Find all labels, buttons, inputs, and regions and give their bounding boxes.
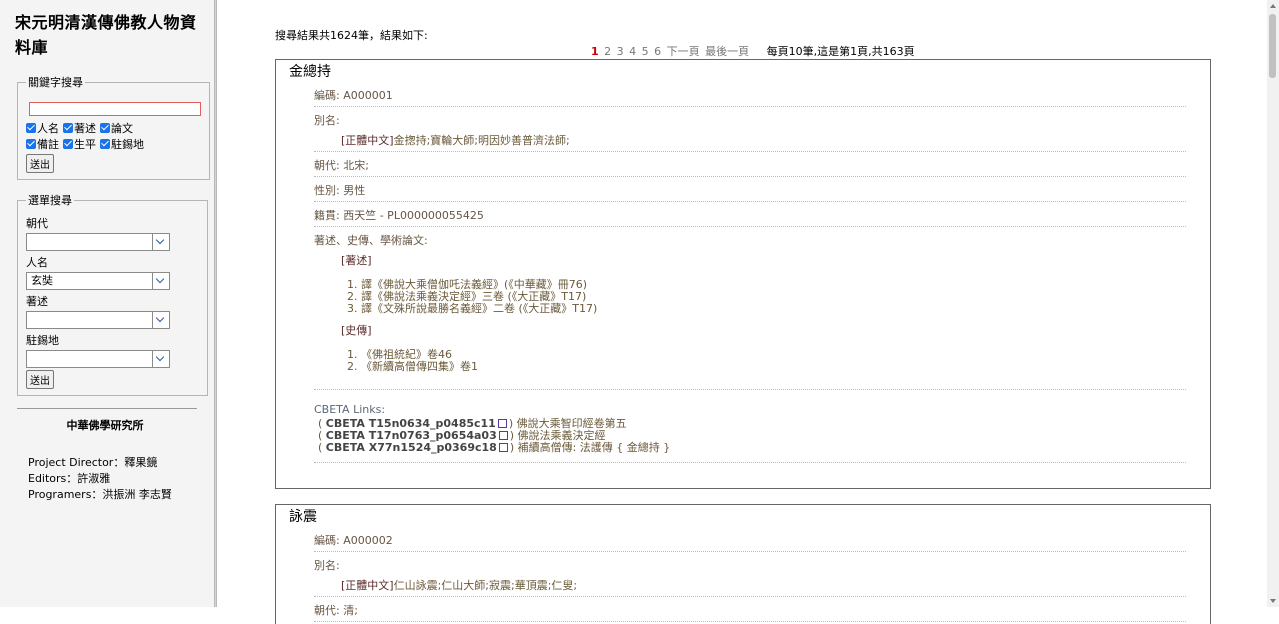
record-dynasty: 清; <box>343 604 358 617</box>
alias-lang-tag: [正體中文] <box>341 134 394 147</box>
bio-list: 《佛祖統紀》卷46 《新續高僧傳四集》卷1 <box>361 349 1186 373</box>
page-info: 每頁10筆,這是第1頁,共163頁 <box>766 45 915 58</box>
checkbox-papers[interactable]: 論文 <box>100 120 133 136</box>
page-link-2[interactable]: 2 <box>604 45 611 58</box>
record-dynasty-row: 朝代: 清; <box>314 597 1186 622</box>
works-tag: [著述] <box>341 254 372 267</box>
checkbox-works[interactable]: 著述 <box>63 120 96 136</box>
person-select[interactable]: 玄奘 <box>26 272 170 290</box>
scroll-thumb[interactable] <box>1269 14 1276 78</box>
record-card: 詠震 編碼: A000002 別名: [正體中文]仁山詠震;仁山大師;寂震;華頂… <box>275 504 1211 624</box>
record-dynasty-row: 朝代: 北宋; <box>314 152 1186 177</box>
chevron-down-icon <box>152 273 169 289</box>
checkbox-residence[interactable]: 駐錫地 <box>100 136 144 152</box>
credit-programmers: Programers：洪振洲 李志賢 <box>28 488 172 501</box>
external-link-icon <box>497 419 507 428</box>
record-cbeta-row: CBETA Links: ( CBETA T15n0634_p0485c11) … <box>314 390 1186 463</box>
chevron-down-icon <box>152 312 169 328</box>
cbeta-link[interactable]: CBETA X77n1524_p0369c18 <box>326 441 497 454</box>
works-select[interactable] <box>26 311 170 329</box>
pagination: 1 2 3 4 5 6 下一頁 最後一頁 每頁10筆,這是第1頁,共163頁 <box>591 43 917 59</box>
dynasty-select[interactable] <box>26 233 170 251</box>
record-code-row: 編碼: A000001 <box>314 86 1186 107</box>
record-gender-row: 性別: 男性 <box>314 177 1186 202</box>
institute-name: 中華佛學研究所 <box>66 419 144 432</box>
page-link-3[interactable]: 3 <box>617 45 624 58</box>
record-origin: 西天竺 - PL000000055425 <box>343 209 484 222</box>
record-works-row: 著述、史傳、學術論文: [著述] 譯《佛說大乘僧伽吒法義經》(《中華藏》冊76)… <box>314 227 1186 390</box>
record-code-row: 編碼: A000002 <box>314 531 1186 552</box>
scroll-down-icon[interactable] <box>1270 599 1276 603</box>
record-alias-row: 別名: [正體中文]仁山詠震;仁山大師;寂震;華頂震;仁叟; <box>314 552 1186 597</box>
record-code: A000002 <box>343 534 393 547</box>
keyword-search-legend: 關鍵字搜尋 <box>28 76 83 89</box>
credit-director: Project Director：釋果鏡 <box>28 456 158 469</box>
dynasty-label: 朝代 <box>26 217 48 230</box>
chevron-down-icon <box>152 351 169 367</box>
scrollbar[interactable] <box>1267 0 1279 607</box>
person-label: 人名 <box>26 256 48 269</box>
menu-search-legend: 選單搜尋 <box>28 194 72 207</box>
record-origin-row: 籍貫: 西天竺 - PL000000055425 <box>314 202 1186 227</box>
bio-tag: [史傳] <box>341 324 372 337</box>
page-link-4[interactable]: 4 <box>629 45 636 58</box>
residence-select[interactable] <box>26 350 170 368</box>
site-title: 宋元明清漢傳佛教人物資料庫 <box>15 13 197 57</box>
results-panel: 搜尋結果共1624筆，結果如下: 1 2 3 4 5 6 下一頁 最後一頁 每頁… <box>217 0 1267 624</box>
list-item: 譯《文殊所說最勝名義經》二卷 (《大正藏》T17) <box>361 303 1186 315</box>
next-page-link[interactable]: 下一頁 <box>667 45 700 58</box>
page-link-6[interactable]: 6 <box>654 45 661 58</box>
menu-search-panel: 選單搜尋 朝代 人名 玄奘 著述 駐錫地 送出 <box>17 192 208 396</box>
results-summary: 搜尋結果共1624筆，結果如下: <box>275 29 428 42</box>
record-code: A000001 <box>343 89 393 102</box>
keyword-search-panel: 關鍵字搜尋 人名 著述 論文 備註 生平 駐錫地 送出 <box>17 74 210 180</box>
works-label: 著述 <box>26 295 48 308</box>
list-item: 《新續高僧傳四集》卷1 <box>361 361 1186 373</box>
page-link-1[interactable]: 1 <box>591 45 599 58</box>
keyword-input[interactable] <box>29 102 201 116</box>
cbeta-label: CBETA Links: <box>314 403 386 416</box>
record-name: 金總持 <box>289 64 331 80</box>
credit-editors: Editors：許淑雅 <box>28 472 111 485</box>
last-page-link[interactable]: 最後一頁 <box>705 45 749 58</box>
checkbox-bio[interactable]: 生平 <box>63 136 96 152</box>
page-link-5[interactable]: 5 <box>642 45 649 58</box>
residence-label: 駐錫地 <box>26 334 59 347</box>
checkbox-name[interactable]: 人名 <box>26 120 59 136</box>
alias-lang-tag: [正體中文] <box>341 579 394 592</box>
record-alias: 金揔持;寶輪大師;明因妙善普濟法師; <box>393 134 570 147</box>
scroll-up-icon[interactable] <box>1270 4 1276 8</box>
external-link-icon <box>498 431 508 440</box>
checkbox-notes[interactable]: 備註 <box>26 136 59 152</box>
external-link-icon <box>498 443 508 452</box>
record-gender: 男性 <box>343 184 366 197</box>
record-alias: 仁山詠震;仁山大師;寂震;華頂震;仁叟; <box>393 579 578 592</box>
record-name: 詠震 <box>289 509 317 525</box>
record-card: 金總持 編碼: A000001 別名: [正體中文]金揔持;寶輪大師;明因妙善普… <box>275 59 1211 489</box>
sidebar-divider <box>17 408 197 409</box>
keyword-submit-button[interactable]: 送出 <box>26 154 54 173</box>
cbeta-link-row: ( CBETA X77n1524_p0369c18) 補續高僧傳: 法護傳 { … <box>318 441 671 454</box>
record-dynasty: 北宋; <box>343 159 369 172</box>
chevron-down-icon <box>152 234 169 250</box>
list-item: 《佛祖統紀》卷46 <box>361 349 1186 361</box>
works-list: 譯《佛說大乘僧伽吒法義經》(《中華藏》冊76) 譯《佛說法乘義決定經》三卷 (《… <box>361 279 1186 315</box>
record-alias-row: 別名: [正體中文]金揔持;寶輪大師;明因妙善普濟法師; <box>314 107 1186 152</box>
menu-submit-button[interactable]: 送出 <box>26 370 54 389</box>
sidebar: 宋元明清漢傳佛教人物資料庫 關鍵字搜尋 人名 著述 論文 備註 生平 駐錫地 送… <box>0 0 214 607</box>
